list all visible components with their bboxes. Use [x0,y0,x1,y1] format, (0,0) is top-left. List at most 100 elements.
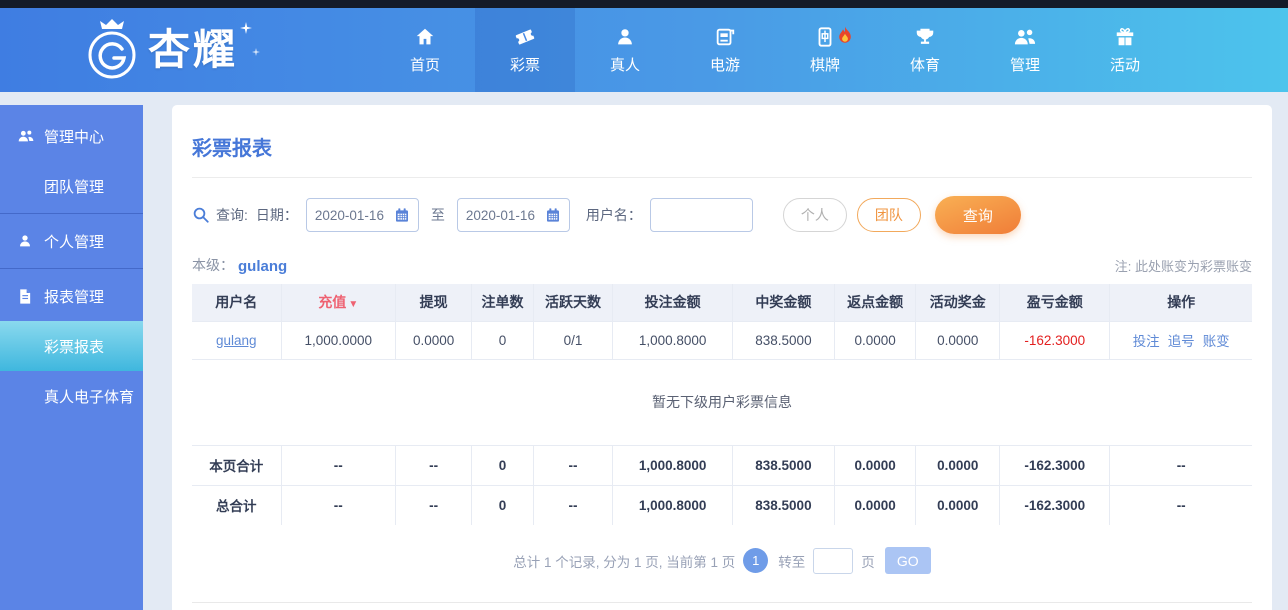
goto-page-input[interactable] [813,547,854,574]
total-cell: -- [394,484,473,526]
home-icon [416,28,434,44]
grand-total-row: 总合计 -- -- 0 -- 1,000.8000 838.5000 0.000… [191,484,1253,526]
goto-label: 转至 [778,554,806,570]
table-header-row: 用户名 充值 ▼ 提现 注单数 活跃天数 投注金额 中奖金额 返点金额 活动奖金 … [191,283,1253,322]
nav-item-label: 活动 [1109,56,1140,74]
date-to-label: 至 [430,207,445,223]
team-button[interactable]: 团队 [856,198,921,232]
sparkle-icon [240,22,253,34]
total-cell: -- [532,444,614,486]
col-actions: 操作 [1109,283,1253,322]
col-rebate: 返点金额 [833,283,917,322]
total-cell: 1,000.8000 [612,484,734,526]
sidebar-item-label: 管理中心 [44,128,105,146]
total-cell: -- [394,444,473,486]
account-change-note: 注: 此处账变为彩票账变 [1114,259,1252,274]
total-cell: 0.0000 [915,444,1001,486]
date-from-input[interactable] [314,207,389,223]
sidebar: 管理中心 团队管理 个人管理 报表管理 彩票报表 真人电子体育 [0,105,143,610]
col-bet-count: 注单数 [471,283,534,322]
nav-item-label: 棋牌 [809,56,840,74]
query-label: 查询: [216,207,248,223]
col-recharge-sortable[interactable]: 充值 ▼ [280,283,397,322]
sidebar-item-team-management[interactable]: 团队管理 [0,161,143,211]
title-divider [192,177,1252,178]
total-cell: 0.0000 [915,484,1001,526]
nav-item-label: 彩票 [509,56,540,74]
username-input[interactable] [649,198,753,232]
col-bet-amount: 投注金额 [612,283,734,322]
total-cell: -- [1109,484,1253,526]
col-activity-bonus: 活动奖金 [915,283,1001,322]
date-to-field[interactable] [456,198,570,232]
nav-item-label: 真人 [609,56,640,74]
ticket-icon [515,29,535,44]
nav-item-board-games[interactable]: 棋牌 [775,8,875,92]
total-cell: -- [1109,444,1253,486]
date-label: 日期： [255,207,298,223]
cell-recharge: 1,000.0000 [280,320,397,360]
total-cell: -- [280,444,397,486]
bet-link[interactable]: 投注 [1133,334,1160,349]
trophy-icon [916,28,934,44]
sidebar-item-personal-management[interactable]: 个人管理 [0,216,143,266]
nav-item-egames[interactable]: 电游 [675,8,775,92]
level-row: 本级： gulang 注: 此处账变为彩票账变 [192,255,1252,275]
sidebar-item-report-management[interactable]: 报表管理 [0,271,143,321]
sparkle-icon [252,48,261,56]
slot-machine-icon [716,28,735,45]
query-button[interactable]: 查询 [934,196,1021,234]
cell-bet-count: 0 [471,320,534,360]
sidebar-divider [0,213,143,214]
sidebar-item-live-esports[interactable]: 真人电子体育 [0,371,143,421]
total-cell: 0.0000 [833,444,917,486]
total-cell: 1,000.8000 [612,444,734,486]
report-icon [17,287,35,305]
mahjong-tile-icon [818,26,832,47]
date-to-input[interactable] [465,207,540,223]
cell-win-amount: 838.5000 [732,320,835,360]
level-username-link[interactable]: gulang [238,258,287,275]
page-total-row: 本页合计 -- -- 0 -- 1,000.8000 838.5000 0.00… [191,444,1253,486]
calendar-icon[interactable] [545,207,561,223]
nav-item-label: 管理 [1009,56,1040,74]
pagination: 总计 1 个记录, 分为 1 页, 当前第 1 页 1 转至 页 GO [192,547,1252,574]
calendar-icon[interactable] [394,207,410,223]
username-label: 用户名： [585,207,642,223]
nav-item-sports[interactable]: 体育 [875,8,975,92]
total-cell: 0 [471,484,534,526]
cell-actions: 投注 追号 账变 [1109,320,1253,360]
sidebar-item-label: 彩票报表 [44,338,105,356]
grand-total-label: 总合计 [191,484,282,526]
chase-link[interactable]: 追号 [1168,334,1195,349]
search-toolbar: 查询: 日期： 至 [192,196,1252,234]
sidebar-item-label: 报表管理 [44,288,105,306]
sidebar-item-admin-center[interactable]: 管理中心 [0,111,143,161]
go-button[interactable]: GO [884,547,931,574]
nav-item-live[interactable]: 真人 [575,8,675,92]
sidebar-item-label: 个人管理 [44,233,105,251]
nav-item-label: 首页 [409,56,440,74]
brand-logo[interactable]: 杏耀 [84,8,261,92]
nav-item-label: 电游 [709,56,740,74]
search-icon [192,206,210,224]
bottom-divider [192,602,1252,603]
row-username-link[interactable]: gulang [216,333,257,348]
sidebar-item-lottery-report[interactable]: 彩票报表 [0,321,143,371]
date-from-field[interactable] [305,198,419,232]
nav-item-label: 体育 [909,56,940,74]
nav-item-home[interactable]: 首页 [375,8,475,92]
main-nav: 杏耀 首页 彩票 真人 电游 棋牌 体育 管理 活动 [0,8,1288,92]
brand-name: 杏耀 [148,26,239,73]
page-1-button[interactable]: 1 [743,548,769,573]
nav-item-lottery[interactable]: 彩票 [475,8,575,92]
total-cell: -- [532,484,614,526]
nav-item-admin[interactable]: 管理 [975,8,1075,92]
sidebar-item-label: 团队管理 [44,178,105,196]
cell-bet-amount: 1,000.8000 [612,320,734,360]
team-icon [17,127,35,145]
personal-button[interactable]: 个人 [782,198,847,232]
account-change-link[interactable]: 账变 [1203,334,1230,349]
nav-item-activity[interactable]: 活动 [1075,8,1175,92]
page-body: 管理中心 团队管理 个人管理 报表管理 彩票报表 真人电子体育 彩票报表 查询:… [0,92,1288,610]
